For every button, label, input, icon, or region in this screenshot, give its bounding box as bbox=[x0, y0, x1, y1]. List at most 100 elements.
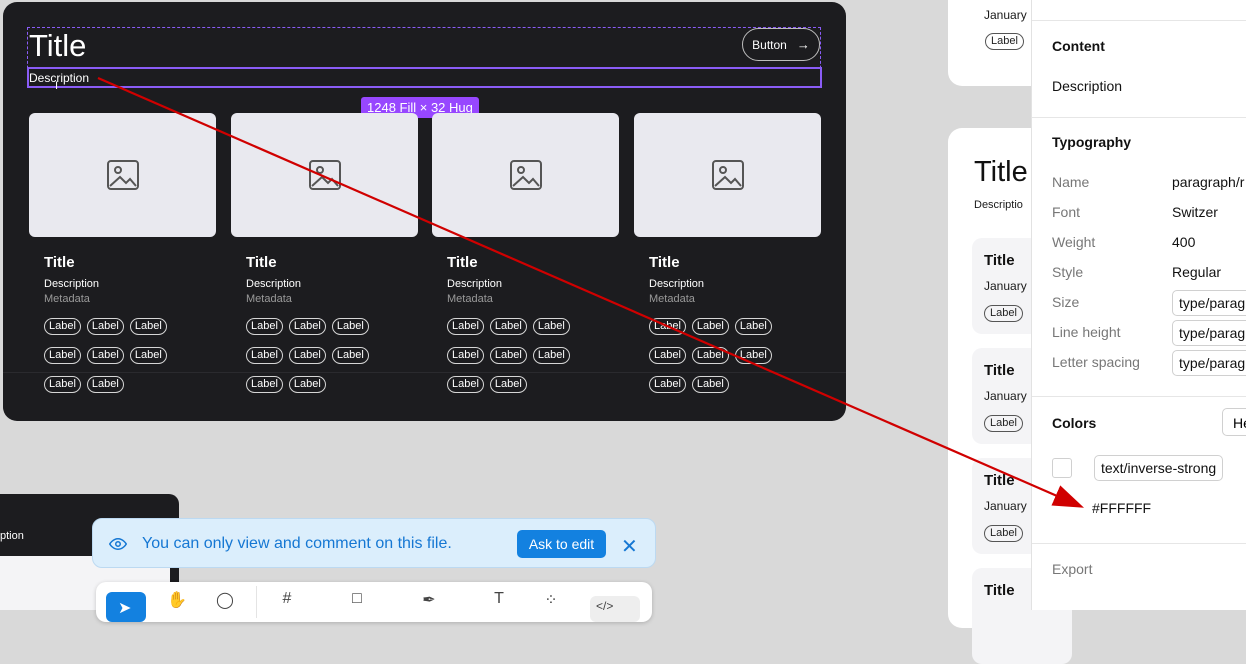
ask-to-edit-button[interactable]: Ask to edit bbox=[517, 530, 606, 558]
preview-item-date: January bbox=[984, 279, 1027, 293]
label-chip[interactable]: Label bbox=[288, 347, 326, 364]
card-title: Title bbox=[44, 254, 75, 271]
card-label-group: Label Label Label Label Label Label Label Label bbox=[649, 318, 819, 393]
label-chip[interactable]: Label bbox=[649, 376, 686, 393]
preview-main-description: Descriptio bbox=[974, 199, 1023, 211]
card-image-placeholder[interactable] bbox=[29, 113, 216, 237]
label-chip[interactable]: Label bbox=[691, 318, 729, 335]
label-chip[interactable]: Label bbox=[734, 347, 772, 364]
comment-tool-icon[interactable]: ◯ bbox=[214, 590, 236, 612]
label-chip[interactable]: Label bbox=[331, 347, 369, 364]
typography-value[interactable]: type/parag bbox=[1172, 350, 1246, 376]
typography-label: Letter spacing bbox=[1052, 354, 1140, 370]
label-chip[interactable]: Label bbox=[331, 318, 369, 335]
preview-item-title: Title bbox=[984, 362, 1015, 379]
card-label-group: Label Label Label Label Label Label Label Label bbox=[246, 318, 416, 393]
typography-value: 400 bbox=[1172, 234, 1196, 250]
label-chip[interactable]: Label bbox=[246, 347, 283, 364]
typography-value: Regular bbox=[1172, 264, 1222, 280]
label-chip[interactable]: Label bbox=[691, 347, 729, 364]
toolbar-divider bbox=[256, 586, 257, 618]
toast-message: You can only view and comment on this fi… bbox=[142, 535, 452, 552]
frame-button[interactable]: Button → bbox=[742, 28, 820, 61]
label-chip[interactable]: Label bbox=[649, 347, 686, 364]
label-chip[interactable]: Label bbox=[129, 347, 167, 364]
image-icon bbox=[509, 160, 542, 190]
label-chip[interactable]: Label bbox=[288, 318, 326, 335]
label-chip[interactable]: Label bbox=[489, 376, 527, 393]
dev-mode-toggle[interactable]: </> bbox=[590, 596, 640, 622]
label-chip[interactable]: Label bbox=[649, 318, 686, 335]
inspector-panel: Content Description Typography Name parag… bbox=[1031, 0, 1246, 610]
pen-tool-icon[interactable]: ✒ bbox=[418, 590, 440, 612]
typography-label: Line height bbox=[1052, 324, 1121, 340]
image-icon bbox=[308, 160, 341, 190]
frame-button-label: Button bbox=[752, 37, 787, 52]
frame-title[interactable]: Title bbox=[29, 28, 86, 64]
label-chip[interactable]: Label bbox=[532, 318, 570, 335]
label-chip[interactable]: Label bbox=[86, 376, 124, 393]
cursor-icon: ➤ bbox=[118, 600, 132, 617]
colors-heading: Colors bbox=[1052, 415, 1097, 431]
export-heading[interactable]: Export bbox=[1052, 561, 1092, 577]
panel-divider bbox=[1032, 543, 1246, 544]
label-chip[interactable]: Label bbox=[44, 318, 81, 335]
label-chip[interactable]: Label bbox=[489, 318, 527, 335]
components-tool-icon[interactable]: ⁘ bbox=[540, 590, 562, 612]
card-metadata: Metadata bbox=[649, 293, 695, 305]
eye-icon bbox=[109, 537, 127, 551]
preview-item-chip: Label bbox=[984, 415, 1023, 432]
label-chip[interactable]: Label bbox=[447, 376, 484, 393]
typography-label: Name bbox=[1052, 174, 1090, 190]
move-tool[interactable]: ➤ bbox=[106, 592, 146, 622]
label-chip[interactable]: Label bbox=[44, 347, 81, 364]
label-chip[interactable]: Label bbox=[86, 318, 124, 335]
typography-label: Style bbox=[1052, 264, 1084, 280]
typography-label: Size bbox=[1052, 294, 1080, 310]
color-token[interactable]: text/inverse-strong bbox=[1094, 455, 1224, 481]
image-icon bbox=[106, 160, 139, 190]
rectangle-tool-icon[interactable]: □ bbox=[346, 590, 368, 612]
typography-value[interactable]: type/parag bbox=[1172, 290, 1246, 316]
card-label-group: Label Label Label Label Label Label Label Label bbox=[447, 318, 617, 393]
frame-tool-icon[interactable]: # bbox=[276, 590, 298, 612]
label-chip[interactable]: Label bbox=[246, 376, 283, 393]
description-selection-box bbox=[27, 67, 822, 88]
panel-divider bbox=[1032, 20, 1246, 21]
preview-top-chip: Label bbox=[985, 33, 1024, 50]
colors-dropdown[interactable]: He bbox=[1222, 408, 1246, 436]
code-icon: </> bbox=[596, 599, 614, 613]
card-image-placeholder[interactable] bbox=[231, 113, 418, 237]
typography-value: paragraph/r bbox=[1172, 174, 1245, 190]
typography-value[interactable]: type/parag bbox=[1172, 320, 1246, 346]
card-image-placeholder[interactable] bbox=[432, 113, 619, 237]
content-heading: Content bbox=[1052, 38, 1105, 54]
card-image-placeholder[interactable] bbox=[634, 113, 821, 237]
label-chip[interactable]: Label bbox=[44, 376, 81, 393]
typography-value: Switzer bbox=[1172, 204, 1218, 220]
card-metadata: Metadata bbox=[246, 293, 292, 305]
label-chip[interactable]: Label bbox=[489, 347, 527, 364]
text-tool-icon[interactable]: T bbox=[488, 590, 510, 612]
label-chip[interactable]: Label bbox=[447, 347, 484, 364]
label-chip[interactable]: Label bbox=[691, 376, 729, 393]
label-chip[interactable]: Label bbox=[246, 318, 283, 335]
card-title: Title bbox=[246, 254, 277, 271]
label-chip[interactable]: Label bbox=[288, 376, 326, 393]
label-chip[interactable]: Label bbox=[532, 347, 570, 364]
label-chip[interactable]: Label bbox=[734, 318, 772, 335]
secondary-frame-description: ption bbox=[0, 530, 24, 542]
card-metadata: Metadata bbox=[447, 293, 493, 305]
content-value[interactable]: Description bbox=[1052, 78, 1122, 94]
close-icon[interactable]: ✕ bbox=[621, 534, 638, 559]
color-hex[interactable]: #FFFFFF bbox=[1092, 500, 1151, 516]
label-chip[interactable]: Label bbox=[86, 347, 124, 364]
label-chip[interactable]: Label bbox=[129, 318, 167, 335]
hand-tool-icon[interactable]: ✋ bbox=[166, 590, 188, 612]
card-description: Description bbox=[649, 278, 705, 290]
preview-item-chip: Label bbox=[984, 305, 1023, 322]
color-swatch[interactable] bbox=[1052, 458, 1072, 478]
label-chip[interactable]: Label bbox=[447, 318, 484, 335]
card-metadata: Metadata bbox=[44, 293, 90, 305]
preview-item-title: Title bbox=[984, 582, 1015, 599]
